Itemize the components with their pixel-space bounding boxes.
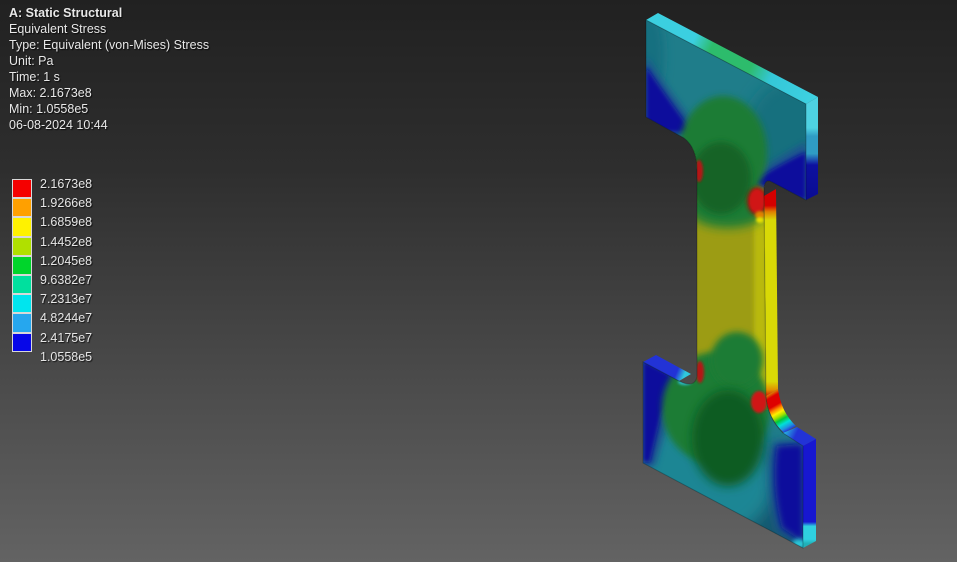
specimen-right-face-bottom-tab [803, 439, 816, 548]
legend-value: 9.6382e7 [40, 273, 93, 287]
result-title: A: Static Structural [9, 6, 123, 20]
annotation-line: 06-08-2024 10:44 [9, 118, 108, 132]
legend-color-swatch [12, 198, 32, 218]
legend-value: 2.4175e7 [40, 330, 93, 345]
graphics-viewport[interactable]: A: Static Structural Equivalent Stress Ty… [0, 0, 957, 562]
annotation-line: Max: 2.1673e8 [9, 86, 92, 100]
result-annotation: A: Static Structural Equivalent Stress Ty… [9, 5, 209, 133]
annotation-line: Time: 1 s [9, 70, 60, 84]
stress-legend: 2.1673e8 1.9266e8 1.6859e8 1.4452e8 1.2045e8… [12, 177, 132, 379]
legend-value: 2.1673e8 [40, 177, 93, 191]
legend-color-swatch [12, 275, 32, 295]
legend-value: 4.8244e7 [40, 311, 93, 326]
legend-value: 1.2045e8 [40, 253, 93, 268]
legend-value: 1.6859e8 [40, 215, 93, 230]
legend-color-swatch [12, 294, 32, 314]
legend-color-swatch [12, 217, 32, 237]
annotation-line: Equivalent Stress [9, 22, 107, 36]
specimen-right-face-top-tab [806, 97, 818, 200]
legend-color-swatch [12, 179, 32, 199]
legend-color-swatch [12, 332, 32, 352]
legend-color-swatch [12, 236, 32, 256]
legend-value: 7.2313e7 [40, 292, 93, 307]
legend-value: 1.9266e8 [40, 196, 93, 211]
legend-color-swatch [12, 255, 32, 275]
annotation-line: Type: Equivalent (von-Mises) Stress [9, 38, 210, 52]
specimen-front-face [642, 19, 807, 549]
legend-value: 1.0558e5 [40, 349, 93, 364]
legend-value: 1.4452e8 [40, 234, 93, 249]
legend-color-swatch [12, 313, 32, 333]
annotation-line: Unit: Pa [9, 54, 54, 68]
annotation-line: Min: 1.0558e5 [9, 102, 89, 116]
